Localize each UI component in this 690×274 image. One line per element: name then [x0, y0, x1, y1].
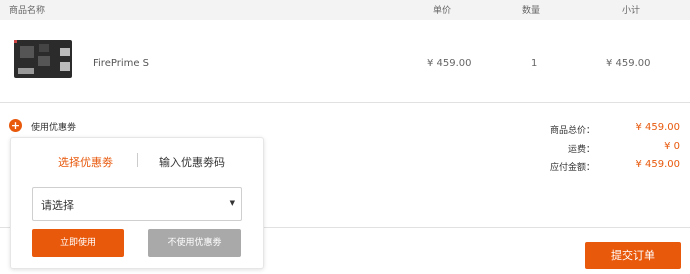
cart-item-row: FirePrime S ¥ 459.00 1 ¥ 459.00 [0, 20, 690, 102]
apply-coupon-button[interactable]: 立即使用 [32, 229, 124, 257]
dev-board-thumbnail-icon [14, 40, 72, 78]
row-divider [0, 102, 690, 103]
tab-input-coupon-code[interactable]: 输入优惠劵码 [159, 154, 225, 170]
plus-icon[interactable]: + [9, 119, 22, 132]
tab-separator [137, 153, 138, 167]
use-coupon-toggle[interactable]: 使用优惠劵 [31, 120, 76, 133]
tab-select-coupon[interactable]: 选择优惠劵 [58, 154, 113, 170]
total-label: 应付金额： [549, 163, 595, 173]
product-name: FirePrime S [93, 58, 150, 69]
shipping-value: ¥ 0 [664, 141, 680, 152]
subtotal-value: ¥ 459.00 [635, 122, 680, 133]
caret-down-icon: ▼ [229, 199, 235, 207]
submit-order-button[interactable]: 提交订单 [585, 242, 681, 269]
cart-table-header: 商品名称 单价 数量 小计 [0, 0, 690, 20]
column-header-qty: 数量 [522, 6, 541, 16]
column-header-name: 商品名称 [9, 6, 46, 16]
total-value: ¥ 459.00 [635, 159, 680, 170]
product-quantity: 1 [531, 58, 538, 69]
shipping-label: 运费： [567, 145, 595, 155]
coupon-select[interactable]: 请选择 ▼ [32, 187, 242, 221]
product-subtotal: ¥ 459.00 [606, 58, 651, 69]
subtotal-label: 商品总价： [549, 126, 595, 136]
product-unit-price: ¥ 459.00 [427, 58, 472, 69]
column-header-subtotal: 小计 [622, 6, 641, 16]
coupon-popup: 选择优惠劵 输入优惠劵码 请选择 ▼ 立即使用 不使用优惠劵 [10, 137, 264, 269]
no-coupon-button[interactable]: 不使用优惠劵 [148, 229, 241, 257]
column-header-price: 单价 [433, 6, 452, 16]
coupon-select-value: 请选择 [41, 199, 74, 212]
